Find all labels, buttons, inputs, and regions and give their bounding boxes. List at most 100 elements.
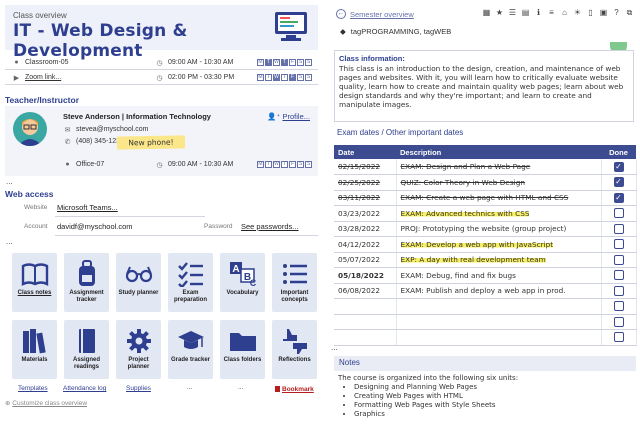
exam-date-cell[interactable]: 05/18/2022	[334, 267, 397, 284]
day-fri[interactable]: F	[289, 161, 296, 168]
done-checkbox[interactable]	[613, 239, 624, 250]
tile-vocabulary[interactable]: ABC Vocabulary	[220, 253, 265, 312]
done-checkbox[interactable]	[613, 208, 624, 219]
done-checkbox[interactable]: ✓	[613, 192, 624, 203]
list-icon[interactable]: ☰	[508, 8, 517, 17]
exam-description-cell[interactable]	[396, 329, 602, 346]
exam-date-cell[interactable]: 03/28/2022	[334, 221, 397, 237]
day-wed[interactable]: W	[273, 59, 280, 66]
tile-reflections[interactable]: Reflections	[272, 320, 317, 379]
exam-description-cell[interactable]	[396, 314, 602, 330]
done-checkbox[interactable]	[613, 316, 624, 327]
sun-icon[interactable]: ☀	[573, 8, 582, 17]
website-link[interactable]: Microsoft Teams...	[57, 203, 118, 212]
tag-icon[interactable]: ⌂	[560, 8, 569, 17]
bars-icon[interactable]: ≡	[547, 8, 556, 17]
exam-date-cell[interactable]: 02/15/2022	[334, 159, 397, 175]
day-sun[interactable]: S	[305, 161, 312, 168]
save-icon[interactable]: ▣	[599, 8, 608, 17]
day-mon[interactable]: M	[257, 161, 264, 168]
day-sun[interactable]: S	[305, 59, 312, 66]
exam-description-cell[interactable]: EXAM: Advanced technics with CSS	[396, 205, 602, 222]
done-checkbox[interactable]	[613, 285, 624, 296]
day-tue[interactable]: T	[265, 161, 272, 168]
day-mon[interactable]: M	[257, 59, 264, 66]
exam-description-cell[interactable]: EXAM: Design and Plan a Web Page	[396, 159, 602, 175]
tab-exam-dates[interactable]: Exam dates	[337, 128, 379, 137]
exam-date-cell[interactable]: 03/23/2022	[334, 205, 397, 222]
exam-description-cell[interactable]: EXAM: Debug, find and fix bugs	[396, 267, 602, 284]
tile-assigned-readings[interactable]: Assigned readings	[64, 320, 109, 379]
customize-link[interactable]: ⊕ Customize class overview	[5, 399, 87, 407]
tile-grade-tracker[interactable]: Grade tracker	[168, 320, 213, 379]
day-fri[interactable]: F	[289, 59, 296, 66]
day-thu[interactable]: T	[281, 74, 288, 81]
attendance-log-link[interactable]: Attendance log	[63, 385, 106, 392]
done-checkbox[interactable]	[613, 332, 624, 343]
tile-assignment-tracker[interactable]: Assignment tracker	[64, 253, 109, 312]
profile-link[interactable]: 👤⁺ Profile...	[267, 112, 310, 121]
tile-study-planner[interactable]: Study planner	[116, 253, 161, 312]
done-checkbox[interactable]	[613, 301, 624, 312]
exam-description-cell[interactable]: EXAM: Develop a web app with JavaScript	[396, 236, 602, 253]
day-mon[interactable]: M	[257, 74, 264, 81]
grid-icon[interactable]: ▦	[482, 8, 491, 17]
tile-project-planner[interactable]: Project planner	[116, 320, 161, 379]
semester-overview-link[interactable]: ← Semester overview	[336, 9, 414, 19]
day-sun[interactable]: S	[305, 74, 312, 81]
templates-link[interactable]: Templates	[18, 385, 48, 392]
more-link-2[interactable]: ...	[238, 384, 243, 391]
exam-description-cell[interactable]: PROJ: Prototyping the website (group pro…	[396, 221, 602, 237]
day-thu[interactable]: T	[281, 59, 288, 66]
more-dots[interactable]: ...	[6, 237, 13, 246]
exam-date-cell[interactable]: 02/25/2022	[334, 174, 397, 191]
tile-important-concepts[interactable]: Important concepts	[272, 253, 317, 312]
done-checkbox[interactable]	[613, 223, 624, 234]
day-tue[interactable]: T	[265, 74, 272, 81]
done-checkbox[interactable]: ✓	[613, 161, 624, 172]
tile-class-notes[interactable]: Class notes	[12, 253, 57, 312]
exam-description-cell[interactable]	[396, 298, 602, 315]
day-thu[interactable]: T	[281, 161, 288, 168]
exam-date-cell[interactable]: 05/07/2022	[334, 252, 397, 268]
info-icon[interactable]: ℹ	[534, 8, 543, 17]
calendar-icon[interactable]: ▤	[521, 8, 530, 17]
tab-other-dates[interactable]: Other important dates	[386, 128, 463, 137]
day-fri[interactable]: F	[289, 74, 296, 81]
exam-description-cell[interactable]: QUIZ: Color Theory in Web Design	[396, 174, 602, 191]
teacher-email[interactable]: stevea@myschool.com	[76, 126, 148, 133]
more-link-1[interactable]: ...	[187, 384, 192, 391]
password-link[interactable]: See passwords...	[241, 222, 299, 231]
day-tue[interactable]: T	[265, 59, 272, 66]
exam-description-cell[interactable]: EXAM: Publish and deploy a web app in pr…	[396, 283, 602, 299]
day-wed[interactable]: W	[273, 161, 280, 168]
done-checkbox[interactable]	[613, 270, 624, 281]
day-sat[interactable]: S	[297, 59, 304, 66]
tile-class-folders[interactable]: Class folders	[220, 320, 265, 379]
help-icon[interactable]: ?	[612, 8, 621, 17]
exam-date-cell[interactable]	[334, 298, 397, 315]
more-dots[interactable]: ...	[6, 177, 13, 186]
star-icon[interactable]: ★	[495, 8, 504, 17]
bookmark-link[interactable]: Bookmark	[275, 386, 314, 393]
exam-date-cell[interactable]	[334, 314, 397, 330]
document-icon[interactable]: ▯	[586, 8, 595, 17]
tags-value[interactable]: tagPROGRAMMING, tagWEB	[351, 27, 451, 36]
day-sat[interactable]: S	[297, 161, 304, 168]
day-sat[interactable]: S	[297, 74, 304, 81]
exam-date-cell[interactable]: 06/08/2022	[334, 283, 397, 299]
supplies-link[interactable]: Supplies	[126, 385, 151, 392]
zoom-link[interactable]: Zoom link...	[25, 74, 61, 81]
copy-icon[interactable]: ⧉	[625, 8, 634, 17]
exam-date-cell[interactable]: 03/11/2022	[334, 190, 397, 206]
tile-exam-preparation[interactable]: Exam preparation	[168, 253, 213, 312]
more-dots[interactable]: ...	[331, 343, 338, 352]
exam-date-cell[interactable]	[334, 329, 397, 346]
exam-description-cell[interactable]: EXAM: Create a web page with HTML and CS…	[396, 190, 602, 206]
exam-date-cell[interactable]: 04/12/2022	[334, 236, 397, 253]
done-checkbox[interactable]: ✓	[613, 177, 624, 188]
exam-description-cell[interactable]: EXP: A day with real development team	[396, 252, 602, 268]
done-checkbox[interactable]	[613, 254, 624, 265]
day-wed[interactable]: W	[273, 74, 280, 81]
tile-materials[interactable]: Materials	[12, 320, 57, 379]
